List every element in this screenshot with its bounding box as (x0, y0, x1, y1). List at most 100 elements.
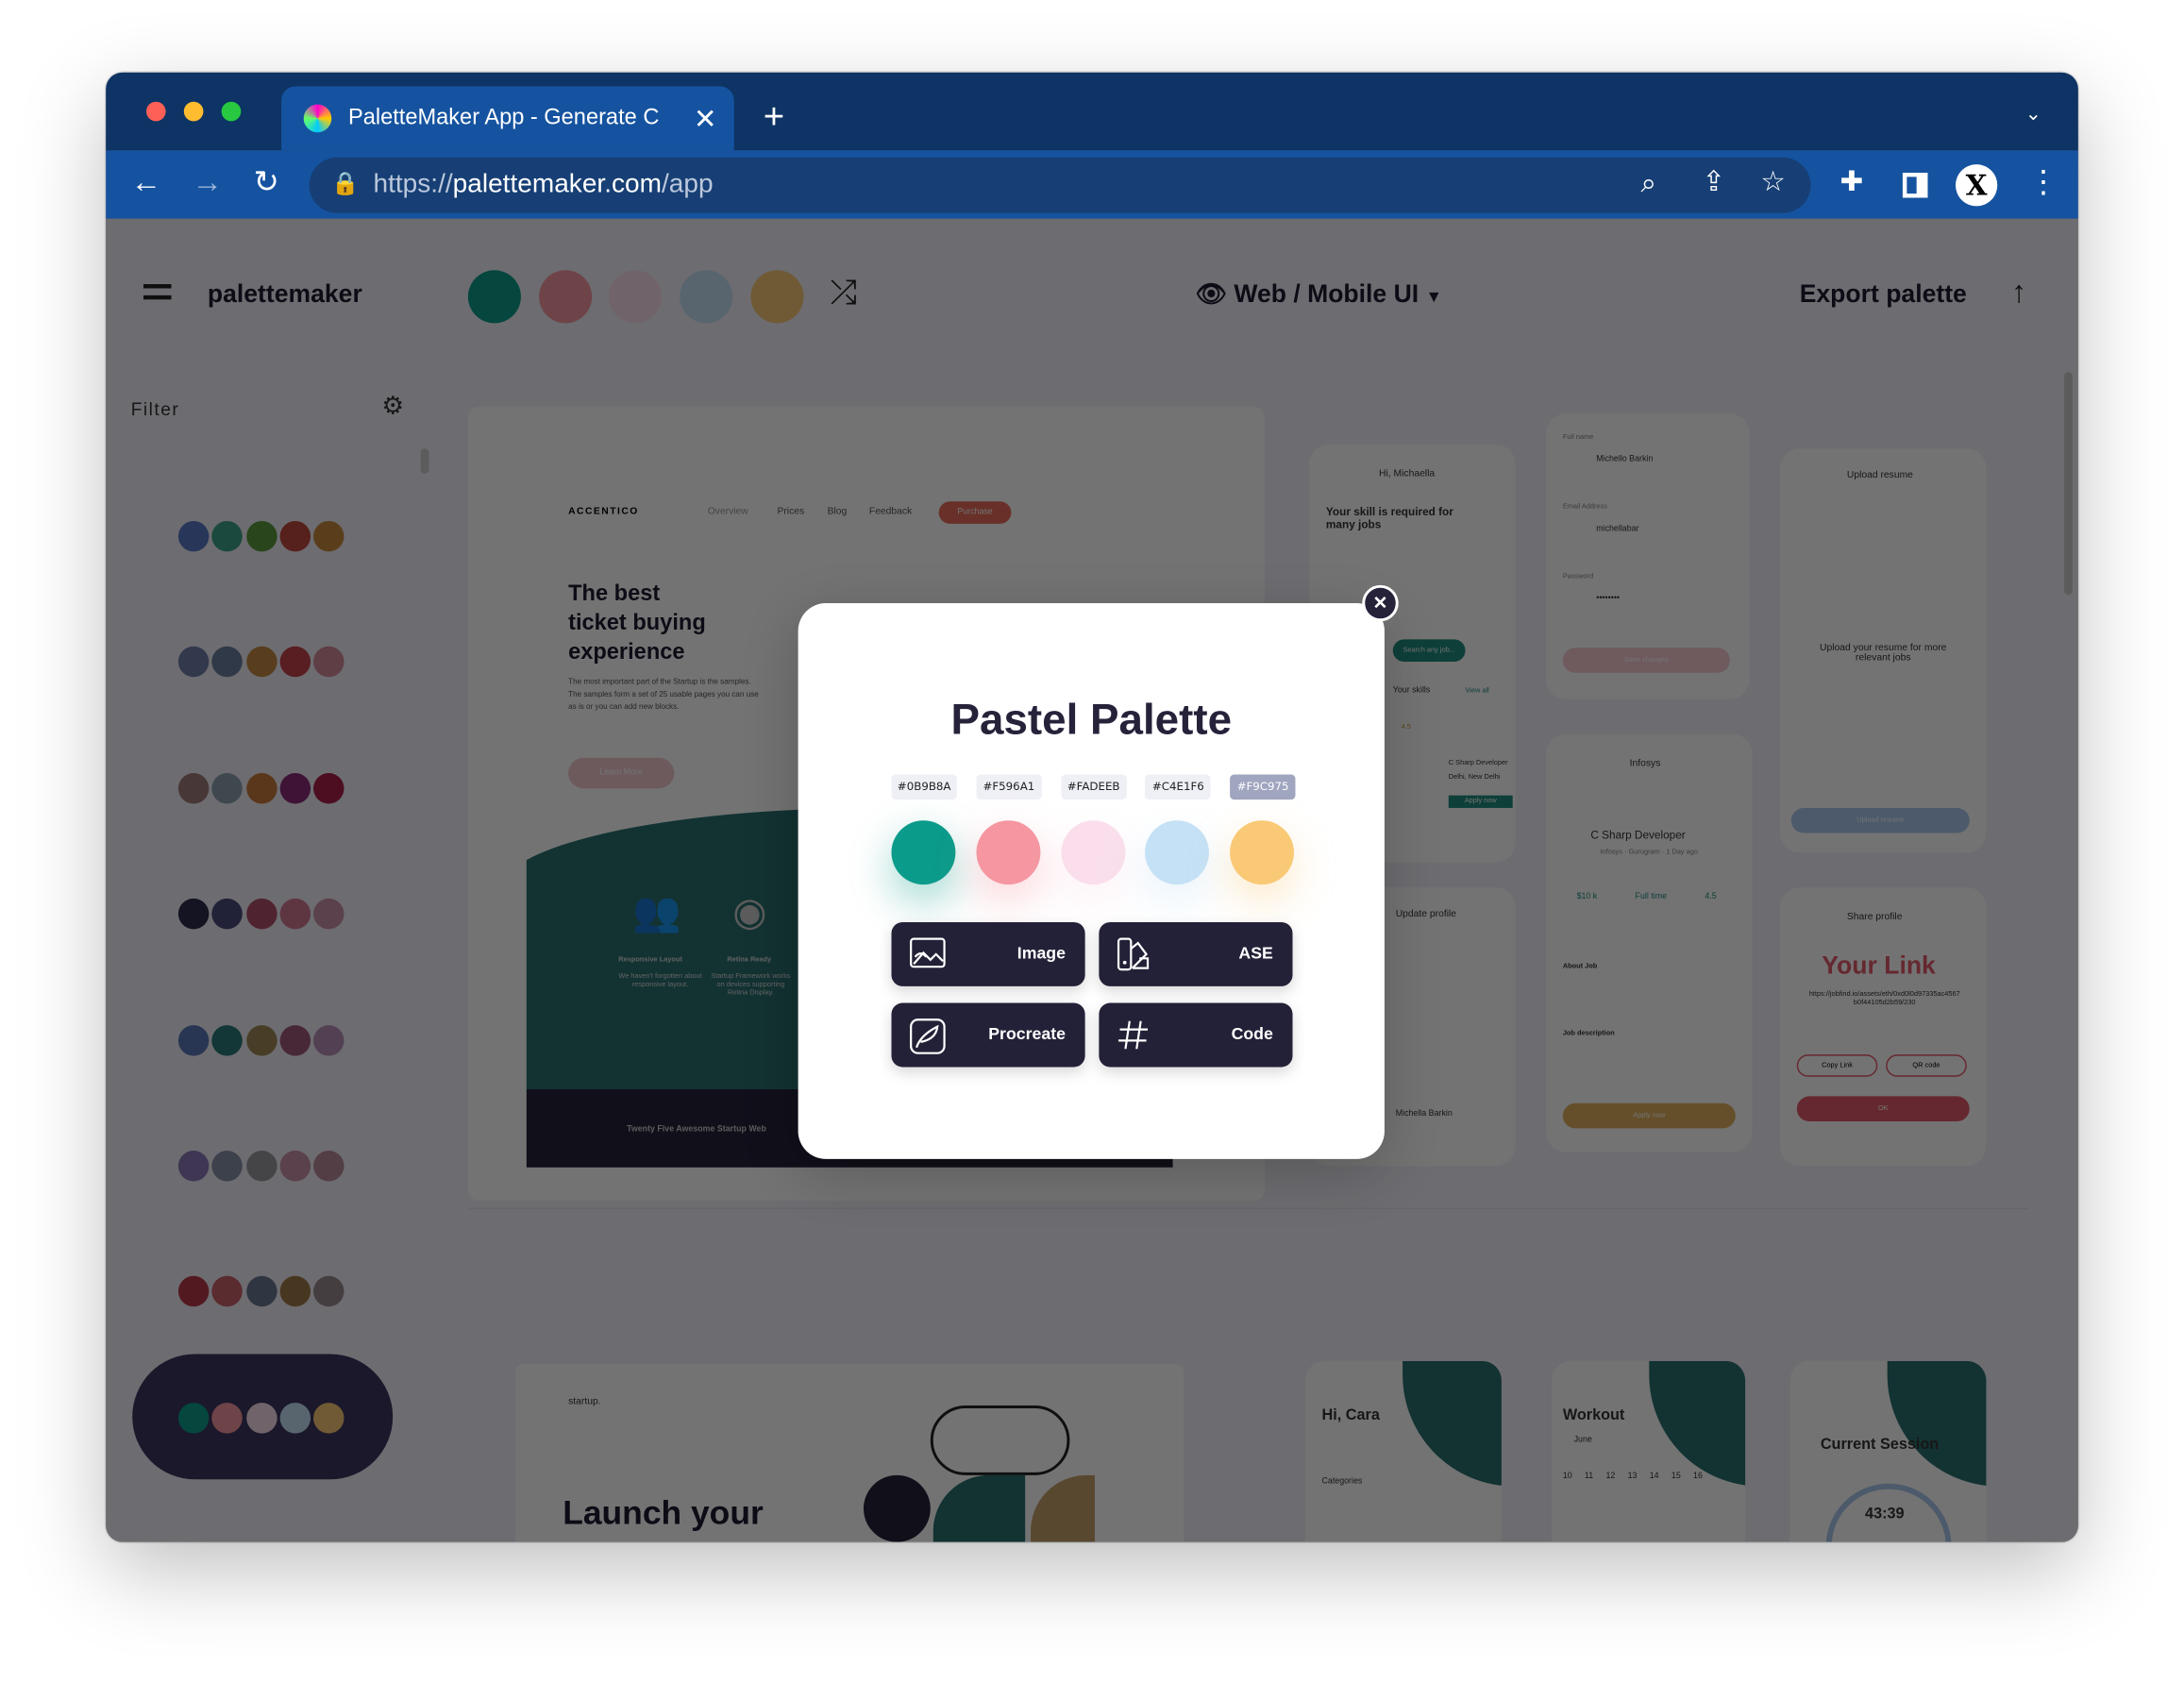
palette-color-dot (313, 647, 344, 678)
eye-icon: ◉ (732, 890, 767, 934)
palette-color-dot (211, 1276, 244, 1307)
hex-code-chip[interactable]: #F596A1 (976, 774, 1042, 800)
profile-form-preview[interactable]: Full name Michello Barkin Email Address … (1546, 413, 1750, 699)
preview-text: 4.5 (1705, 892, 1717, 901)
sidebar-palette-item[interactable] (161, 1023, 344, 1056)
sidebar-palette-item[interactable] (161, 519, 344, 552)
header-color-swatch[interactable] (467, 270, 521, 324)
header-color-swatch[interactable] (750, 270, 804, 324)
export-image-button[interactable]: Image (891, 921, 1085, 986)
modal-title: Pastel Palette (950, 695, 1233, 745)
color-swatch[interactable] (976, 820, 1041, 885)
job-detail-preview[interactable]: Infosys C Sharp Developer Infosys · Guru… (1546, 733, 1753, 1153)
color-swatch[interactable] (1230, 820, 1295, 885)
color-swatch[interactable] (891, 820, 956, 885)
preview-text: 43:39 (1865, 1506, 1905, 1523)
preview-body: The most important part of the Startup i… (568, 678, 759, 713)
color-swatch[interactable] (1060, 820, 1125, 885)
palette-color-dot (211, 1402, 244, 1434)
palette-color-dot (279, 899, 311, 930)
hex-code-chip[interactable]: #0B9B8A (891, 774, 957, 800)
export-palette-button[interactable]: Export palette (1800, 280, 1967, 310)
users-icon: 👥 (631, 890, 681, 934)
new-tab-icon[interactable]: + (764, 97, 784, 133)
zoom-icon[interactable]: ⌕ (1640, 170, 1656, 198)
preview-text: Hi, Michaella (1379, 469, 1436, 480)
color-swatch[interactable] (1145, 820, 1210, 885)
header-color-swatch[interactable] (680, 270, 733, 324)
shuffle-icon[interactable]: ⤮ (831, 275, 857, 313)
browser-window: PaletteMaker App - Generate C ✕ + ⌄ ← → … (106, 72, 2078, 1542)
sidebar-toggle-icon[interactable] (1902, 172, 1928, 198)
preview-text: Launch your (563, 1494, 764, 1533)
sidebar-palette-item[interactable] (161, 771, 344, 804)
upload-preview[interactable]: Upload resume Upload your resume for mor… (1780, 448, 1987, 853)
close-modal-icon[interactable]: ✕ (1362, 584, 1399, 622)
profile-avatar[interactable]: X (1955, 164, 1998, 207)
export-procreate-button[interactable]: Procreate (891, 1002, 1085, 1068)
button-label: ASE (1238, 943, 1273, 963)
header-color-swatch[interactable] (609, 270, 663, 324)
preview-text: Save changes (1562, 648, 1730, 673)
hex-code-chip[interactable]: #FADEEB (1060, 774, 1127, 800)
app-logo: palettemaker (207, 279, 362, 309)
palette-color-dot (313, 1150, 344, 1182)
palette-color-dot (279, 1402, 311, 1434)
export-code-button[interactable]: Code (1099, 1002, 1293, 1068)
palette-color-dot (177, 520, 210, 552)
close-tab-icon[interactable]: ✕ (694, 102, 717, 137)
eye-icon: 👁 (1195, 279, 1227, 309)
address-bar[interactable]: 🔒 https://palettemaker.com/app ⌕ ⇪ ☆ (309, 157, 1811, 213)
palette-color-dot (245, 1276, 277, 1307)
preview-text: C Sharp Developer (1448, 759, 1508, 768)
share-profile-preview[interactable]: Share profile Your Link https://jobfind.… (1780, 887, 1987, 1167)
preview-text: Michella Barkin (1395, 1110, 1453, 1119)
mode-dropdown[interactable]: 👁 Web / Mobile UI ▼ (1195, 280, 1442, 310)
close-window-button[interactable] (145, 101, 166, 122)
browser-tab[interactable]: PaletteMaker App - Generate C ✕ (281, 86, 734, 151)
extensions-icon[interactable]: ✚ (1840, 169, 1863, 197)
bookmark-star-icon[interactable]: ☆ (1760, 169, 1785, 197)
tab-title: PaletteMaker App - Generate C (347, 106, 660, 130)
preview-text: Workout (1562, 1406, 1625, 1424)
forward-icon[interactable]: → (193, 166, 223, 197)
palette-color-dot (313, 772, 344, 804)
fitness-home-preview[interactable]: Hi, Cara Categories (1304, 1360, 1502, 1542)
hex-code-chip[interactable]: #C4E1F6 (1145, 774, 1212, 800)
maximize-window-button[interactable] (221, 101, 242, 122)
preview-text: Delhi, New Delhi (1448, 773, 1501, 782)
reload-icon[interactable]: ↻ (254, 166, 279, 197)
sidebar-palette-item[interactable] (161, 1150, 344, 1183)
button-label: Image (1016, 943, 1066, 963)
session-preview[interactable]: Current Session 43:39 (1789, 1360, 1987, 1542)
back-icon[interactable]: ← (131, 166, 161, 197)
export-ase-button[interactable]: ASE (1099, 921, 1293, 986)
minimize-window-button[interactable] (183, 101, 204, 122)
share-icon[interactable]: ⇪ (1702, 169, 1725, 197)
preview-text: OK (1796, 1096, 1970, 1121)
filter-settings-icon[interactable]: ⚙ (381, 392, 404, 421)
sidebar-scrollbar[interactable] (420, 448, 429, 474)
preview-headline: experience (568, 640, 685, 665)
sidebar-palette-item[interactable] (161, 1401, 344, 1434)
main-scrollbar[interactable] (2064, 372, 2073, 596)
palette-color-dot (245, 1402, 277, 1434)
workout-preview[interactable]: Workout June 10 11 12 13 14 15 16 (1552, 1360, 1746, 1542)
sidebar-palette-item[interactable] (161, 1275, 344, 1308)
preview-text: Full name (1562, 432, 1594, 442)
preview-text: Your skill is required for many jobs (1325, 505, 1453, 531)
header-color-swatch[interactable] (538, 270, 592, 324)
startup-preview[interactable]: startup. Launch your (515, 1363, 1184, 1542)
chevron-down-icon[interactable]: ⌄ (2025, 103, 2041, 123)
export-arrow-icon[interactable]: ↑ (2011, 275, 2026, 311)
sidebar-palette-item[interactable] (161, 646, 344, 679)
hex-code-chip[interactable]: #F9C975 (1230, 774, 1296, 800)
menu-kebab-icon[interactable]: ⋮ (2028, 166, 2058, 197)
preview-text: •••••••• (1596, 595, 1621, 604)
day-label: 11 (1584, 1472, 1594, 1481)
sidebar-palette-item[interactable] (161, 898, 344, 931)
preview-text: Infosys · Gurugram · 1 Day ago (1600, 848, 1698, 857)
button-label: Code (1231, 1023, 1273, 1044)
hamburger-menu-icon[interactable] (143, 284, 172, 289)
url-scheme: https:// (373, 170, 453, 200)
